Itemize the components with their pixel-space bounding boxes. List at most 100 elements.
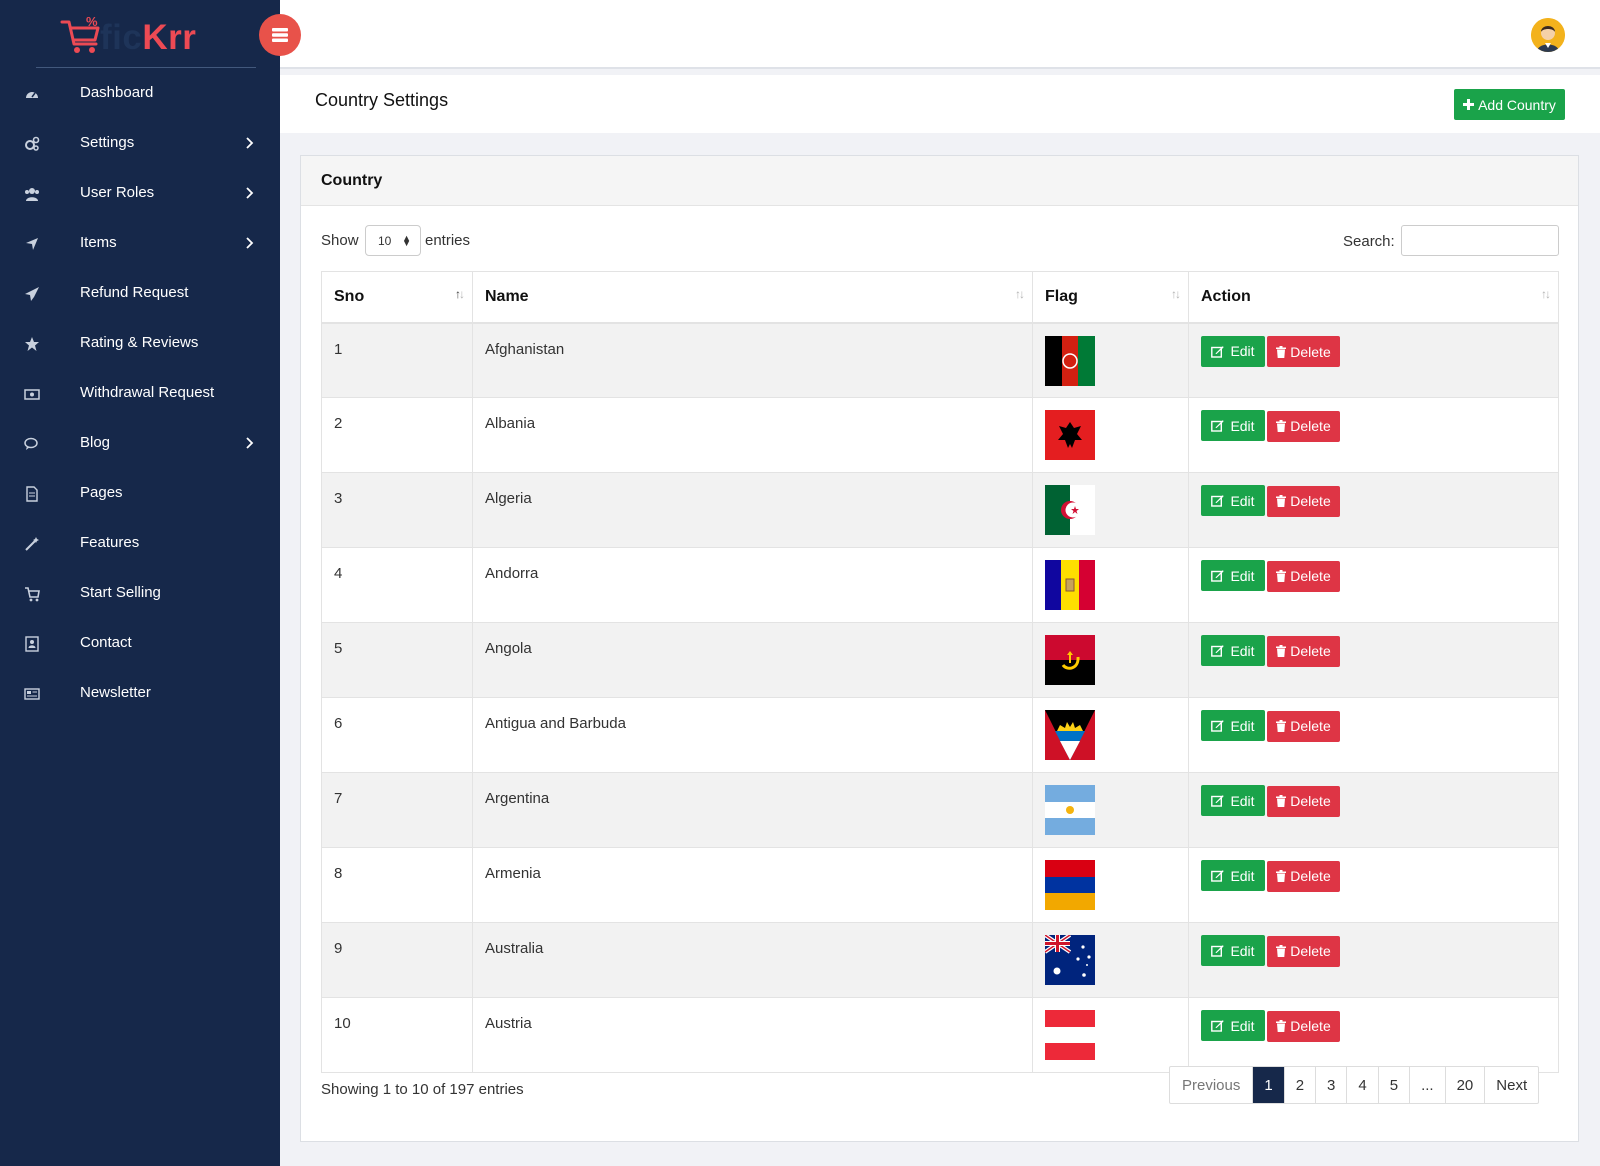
sidebar-item-settings[interactable]: Settings (0, 119, 280, 169)
sidebar-item-newsletter[interactable]: Newsletter (0, 669, 280, 719)
sidebar-item-label: Newsletter (80, 684, 151, 701)
comments-icon (24, 437, 38, 450)
sidebar-item-features[interactable]: Features (0, 519, 280, 569)
delete-label: Delete (1290, 718, 1331, 734)
delete-label: Delete (1290, 643, 1331, 659)
sidebar-item-start-selling[interactable]: Start Selling (0, 569, 280, 619)
delete-button[interactable]: Delete (1267, 935, 1340, 967)
gears-icon (25, 136, 40, 151)
sidebar-item-contact[interactable]: Contact (0, 619, 280, 669)
sidebar-item-label: Withdrawal Request (80, 384, 215, 401)
column-header-sno[interactable]: Sno ↑↓ (321, 271, 473, 324)
column-header-flag[interactable]: Flag ↑↓ (1032, 271, 1189, 324)
antigua-flag-icon (1045, 710, 1095, 760)
sno-cell: 2 (321, 397, 473, 473)
edit-button[interactable]: Edit (1201, 1010, 1265, 1041)
sidebar-nav: Dashboard Settings User Roles Items Refu… (0, 69, 280, 719)
edit-button[interactable]: Edit (1201, 410, 1265, 441)
sidebar-item-blog[interactable]: Blog (0, 419, 280, 469)
user-avatar-icon (1531, 18, 1565, 52)
entries-label: entries (425, 232, 471, 249)
sno-cell: 3 (321, 472, 473, 548)
country-name: Albania (485, 415, 536, 432)
edit-icon (1211, 345, 1224, 358)
sno-value: 3 (334, 490, 343, 507)
delete-button[interactable]: Delete (1267, 1010, 1340, 1042)
sidebar-item-items[interactable]: Items (0, 219, 280, 269)
sno-value: 1 (334, 340, 343, 358)
trash-icon (1276, 1020, 1287, 1032)
edit-button[interactable]: Edit (1201, 935, 1265, 966)
table-header-row: Sno ↑↓ Name ↑↓ Flag ↑↓ Action ↑↓ (321, 271, 1559, 324)
pagination-page-20[interactable]: 20 (1444, 1067, 1485, 1103)
top-bar (280, 0, 1600, 69)
country-name: Algeria (485, 490, 532, 507)
edit-label: Edit (1230, 1017, 1255, 1034)
country-name: Andorra (485, 565, 539, 582)
sidebar-item-pages[interactable]: Pages (0, 469, 280, 519)
delete-button[interactable]: Delete (1267, 410, 1340, 442)
sno-value: 6 (334, 715, 343, 732)
pagination-page-3[interactable]: 3 (1315, 1067, 1346, 1103)
chevron-right-icon (246, 187, 254, 199)
delete-button[interactable]: Delete (1267, 710, 1340, 742)
add-country-button[interactable]: Add Country (1454, 89, 1565, 120)
sidebar-item-rating-reviews[interactable]: Rating & Reviews (0, 319, 280, 369)
sidebar-item-label: Settings (80, 134, 135, 151)
sno-cell: 8 (321, 847, 473, 923)
delete-button[interactable]: Delete (1267, 485, 1340, 517)
column-header-action[interactable]: Action ↑↓ (1188, 271, 1559, 324)
action-cell: Edit Delete (1188, 697, 1559, 773)
edit-button[interactable]: Edit (1201, 785, 1265, 816)
page-length-select[interactable]: 10 ▲ ▼ (365, 225, 421, 256)
sidebar-item-user-roles[interactable]: User Roles (0, 169, 280, 219)
delete-label: Delete (1290, 343, 1331, 360)
edit-label: Edit (1230, 492, 1255, 509)
delete-button[interactable]: Delete (1267, 336, 1340, 367)
pagination-page-4[interactable]: 4 (1346, 1067, 1377, 1103)
column-header-name[interactable]: Name ↑↓ (472, 271, 1033, 324)
name-cell: Andorra (472, 547, 1033, 623)
edit-button[interactable]: Edit (1201, 860, 1265, 891)
sno-value: 9 (334, 940, 343, 957)
pagination-previous[interactable]: Previous (1170, 1067, 1252, 1103)
edit-button[interactable]: Edit (1201, 710, 1265, 741)
edit-button[interactable]: Edit (1201, 560, 1265, 591)
search-input[interactable] (1401, 225, 1559, 256)
edit-icon (1211, 1020, 1224, 1032)
pagination-page-1[interactable]: 1 (1252, 1067, 1284, 1103)
delete-button[interactable]: Delete (1267, 785, 1340, 817)
brand-logo[interactable]: % ficKrr (60, 12, 240, 58)
edit-button[interactable]: Edit (1201, 635, 1265, 666)
action-cell: Edit Delete (1188, 622, 1559, 698)
argentina-flag-icon (1045, 785, 1095, 835)
edit-button[interactable]: Edit (1201, 485, 1265, 516)
action-cell: Edit Delete (1188, 922, 1559, 998)
trash-icon (1276, 795, 1287, 807)
table-row: 7 Argentina Edit Delete (321, 772, 1559, 848)
show-label: Show (321, 232, 359, 249)
edit-icon (1211, 870, 1224, 882)
pagination: Previous 1 2 3 4 5 ... 20 Next (1169, 1066, 1540, 1104)
pagination-page-5[interactable]: 5 (1377, 1067, 1409, 1103)
pagination-page-2[interactable]: 2 (1283, 1067, 1315, 1103)
sno-cell: 1 (321, 322, 473, 398)
delete-button[interactable]: Delete (1267, 560, 1340, 592)
delete-button[interactable]: Delete (1267, 635, 1340, 667)
search-label: Search: (1343, 233, 1395, 250)
table-row: 3 Algeria Edit Delete (321, 472, 1559, 548)
sidebar-toggle-button[interactable] (259, 14, 301, 56)
delete-label: Delete (1290, 793, 1331, 809)
pagination-next[interactable]: Next (1484, 1067, 1538, 1103)
sidebar-item-withdrawal-request[interactable]: Withdrawal Request (0, 369, 280, 419)
sno-value: 7 (334, 790, 343, 807)
sidebar-item-dashboard[interactable]: Dashboard (0, 69, 280, 119)
sno-cell: 5 (321, 622, 473, 698)
sidebar-item-refund-request[interactable]: Refund Request (0, 269, 280, 319)
edit-button[interactable]: Edit (1201, 335, 1265, 367)
paper-plane-icon (25, 287, 39, 301)
user-avatar[interactable] (1531, 18, 1565, 52)
flag-cell (1032, 772, 1189, 848)
delete-button[interactable]: Delete (1267, 860, 1340, 892)
edit-icon (1211, 420, 1224, 432)
